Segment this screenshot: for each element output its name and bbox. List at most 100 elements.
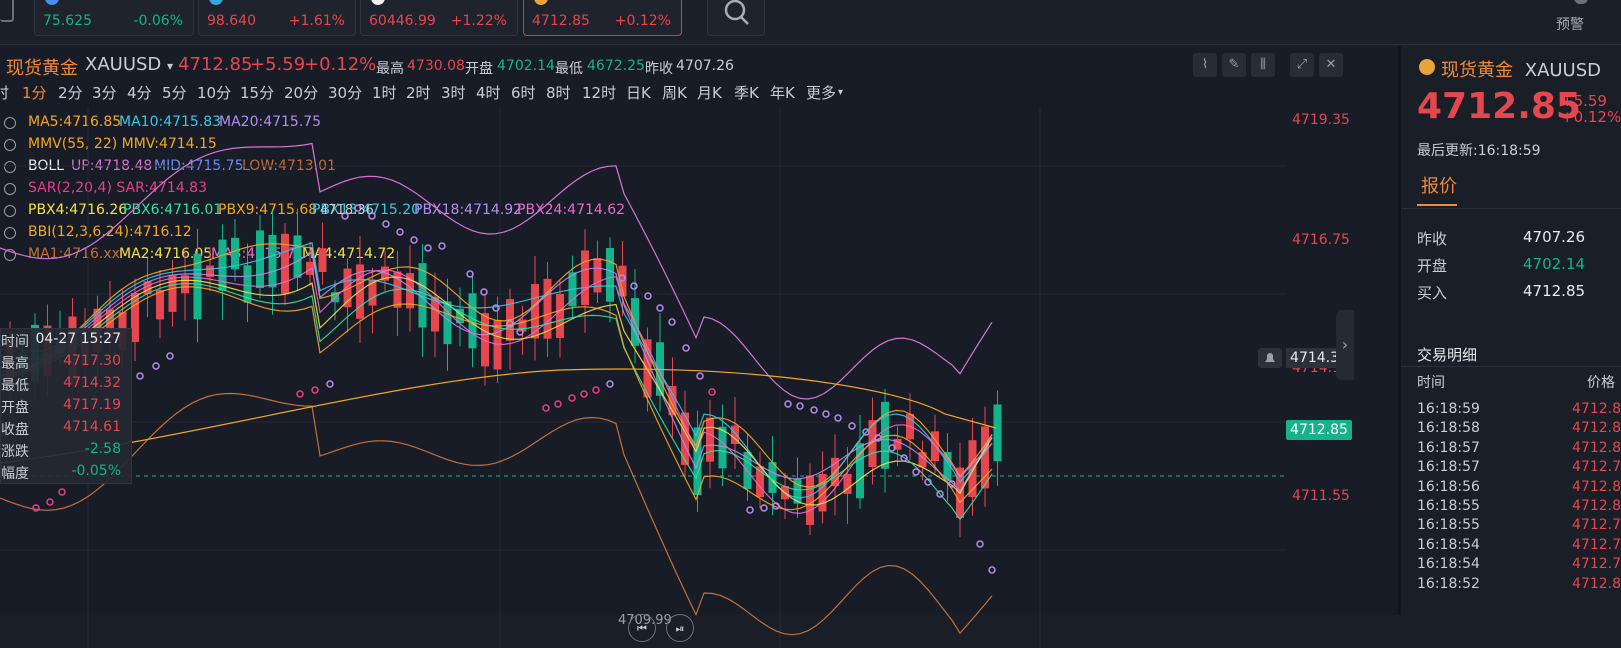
sar-dot: [326, 380, 334, 388]
candle-body: [993, 404, 1002, 462]
trades-title: 交易明细: [1417, 346, 1478, 364]
quote-value: 4707.26: [1523, 228, 1586, 246]
chart-type-button[interactable]: ⫼: [1251, 53, 1275, 77]
candle-body: [593, 258, 602, 293]
watch-price: 4712.85: [532, 13, 590, 29]
period-17[interactable]: 日K: [626, 82, 651, 103]
trade-time: 16:18:58: [1417, 420, 1480, 437]
watch-price: 98.640: [207, 13, 256, 29]
mmv-line: [0, 368, 997, 464]
trade-price: 4712.8: [1572, 478, 1621, 495]
period-13[interactable]: 4时: [476, 82, 501, 103]
trade-price: 4712.7: [1572, 536, 1621, 553]
trade-time: 16:18:56: [1417, 478, 1480, 495]
quote-label: 昨收: [1417, 230, 1448, 248]
alarm-button[interactable]: 预警: [1556, 14, 1584, 34]
period-9[interactable]: 30分: [328, 82, 362, 103]
period-8[interactable]: 20分: [284, 82, 318, 103]
pencil-icon: ✎: [1228, 57, 1240, 72]
period-6[interactable]: 10分: [197, 82, 231, 103]
moving-average-line: [0, 242, 993, 499]
sar-dot: [810, 406, 818, 414]
candle-body: [318, 248, 327, 272]
draw-button[interactable]: ✎: [1222, 53, 1246, 77]
period-2[interactable]: 2分: [58, 82, 83, 103]
chart-panel[interactable]: 现货黄金 XAUUSD ▾ 4712.85 +5.59 +0.12% 最高 47…: [0, 46, 1401, 648]
tooltip-label: 开盘: [1, 400, 29, 416]
period-22[interactable]: 更多: [806, 82, 836, 103]
watchlist-card[interactable]: 75.625 -0.06%: [34, 0, 194, 36]
period-3[interactable]: 3分: [92, 82, 117, 103]
period-0[interactable]: 时: [0, 82, 9, 103]
sar-dot: [630, 282, 638, 290]
symbol-code-dropdown[interactable]: XAUUSD ▾: [85, 54, 173, 75]
period-5[interactable]: 5分: [162, 82, 187, 103]
app-logo-icon[interactable]: [0, 0, 14, 22]
candle-body: [443, 301, 452, 345]
watch-price: 60446.99: [369, 13, 436, 29]
candlestick-chart[interactable]: [0, 108, 1286, 648]
indicator-button[interactable]: ⌇: [1193, 53, 1217, 77]
sar-dot: [438, 242, 446, 250]
boll-lower-line: [0, 392, 993, 636]
prev-page-button[interactable]: ⏮: [628, 614, 656, 642]
expand-icon: ⤢: [1296, 57, 1308, 72]
open-value: 4702.14: [497, 58, 555, 74]
candle-body: [168, 274, 177, 312]
period-15[interactable]: 8时: [546, 82, 571, 103]
expand-panel-button[interactable]: ›: [1336, 310, 1354, 380]
open-label: 开盘: [465, 61, 493, 77]
trade-price: 4712.7: [1572, 459, 1621, 476]
period-7[interactable]: 15分: [240, 82, 274, 103]
sar-dot: [554, 400, 562, 408]
candle-tooltip: 时间 04-27 15:27 最高 4717.30 最低 4714.32 开盘 4717.…: [0, 328, 132, 484]
trades-header-price: 价格: [1587, 375, 1615, 391]
quote-value: 4712.85: [1523, 282, 1586, 300]
trade-time: 16:18:57: [1417, 439, 1480, 456]
period-16[interactable]: 12时: [582, 82, 616, 103]
top-bar: 75.625 -0.06% 98.640 +1.61% 60446.99 +1.…: [0, 0, 1621, 45]
tab-quote[interactable]: 报价: [1421, 172, 1457, 198]
candle-body: [806, 475, 814, 526]
close-button[interactable]: ✕: [1319, 53, 1343, 77]
watchlist-card[interactable]: 98.640 +1.61%: [198, 0, 356, 36]
symbol-icon: [371, 0, 385, 5]
period-14[interactable]: 6时: [511, 82, 536, 103]
gold-icon: [1419, 59, 1435, 75]
trade-price: 4712.8: [1572, 439, 1621, 456]
header-change-pct: +0.12%: [304, 54, 377, 75]
trade-time: 16:18:59: [1417, 401, 1480, 417]
watchlist-card-active[interactable]: 4712.85 +0.12%: [523, 0, 682, 36]
sar-dot: [834, 414, 842, 422]
trade-price: 4712.7: [1572, 556, 1621, 573]
period-21[interactable]: 年K: [770, 82, 795, 103]
sar-dot: [166, 352, 174, 360]
watchlist-card[interactable]: 60446.99 +1.22%: [360, 0, 518, 36]
sar-dot: [848, 422, 856, 430]
moving-average-line: [0, 282, 993, 521]
period-12[interactable]: 3时: [441, 82, 466, 103]
period-11[interactable]: 2时: [406, 82, 431, 103]
symbol-icon: [45, 0, 59, 5]
period-18[interactable]: 周K: [662, 82, 687, 103]
period-4[interactable]: 4分: [127, 82, 152, 103]
search-button[interactable]: [707, 0, 765, 36]
tooltip-value: 4717.30: [63, 353, 121, 369]
period-19[interactable]: 月K: [697, 82, 722, 103]
sar-dot: [32, 504, 40, 512]
next-page-button[interactable]: ⏯: [666, 614, 694, 642]
price-axis-label: 4711.55: [1292, 488, 1350, 504]
chevron-down-icon: ▾: [838, 87, 844, 98]
candle-body: [293, 235, 302, 278]
period-20[interactable]: 季K: [734, 82, 759, 103]
sar-dot: [746, 506, 754, 514]
trades-header-time: 时间: [1417, 375, 1445, 391]
tooltip-value: -2.58: [84, 441, 121, 457]
period-1[interactable]: 1分: [22, 82, 47, 103]
price-alert-button[interactable]: [1258, 348, 1282, 368]
tooltip-row: 时间 04-27 15:27: [1, 331, 131, 351]
fullscreen-button[interactable]: ⤢: [1290, 53, 1314, 77]
tooltip-value: -0.05%: [71, 463, 121, 479]
period-10[interactable]: 1时: [372, 82, 397, 103]
bell-icon[interactable]: [1574, 0, 1588, 4]
